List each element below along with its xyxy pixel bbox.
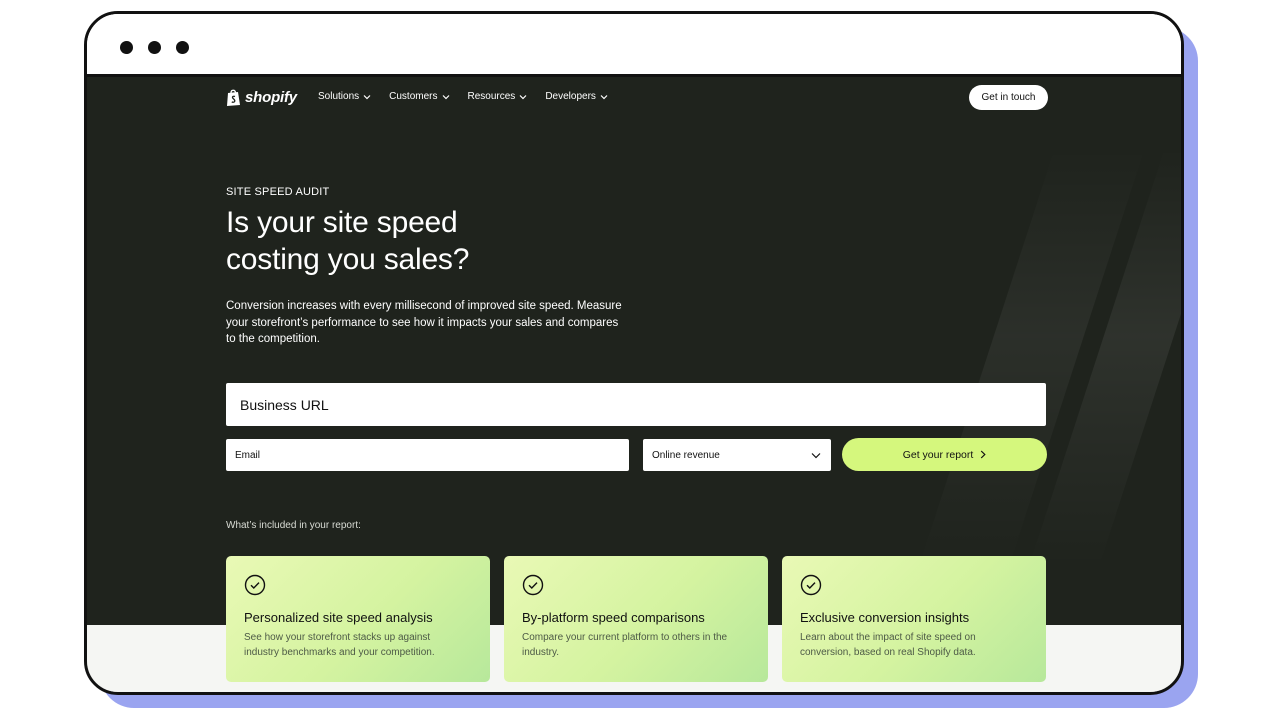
card-title: Exclusive conversion insights — [800, 610, 970, 625]
submit-label: Get your report — [902, 448, 974, 461]
card-title: By-platform speed comparisons — [522, 610, 705, 625]
logo-text: shopify — [245, 89, 297, 106]
top-nav: shopify Solutions Customers Resources De… — [226, 85, 1048, 115]
chevron-right-icon — [981, 450, 986, 459]
get-your-report-button[interactable]: Get your report — [842, 438, 1047, 471]
window-dot-icon — [176, 41, 189, 54]
card-description: Compare your current platform to others … — [522, 632, 728, 658]
chevron-down-icon — [519, 94, 527, 99]
business-url-input[interactable] — [226, 383, 1046, 426]
email-input[interactable] — [226, 439, 629, 471]
chevron-down-icon — [811, 452, 821, 458]
check-circle-icon — [522, 574, 544, 596]
nav-label: Customers — [389, 91, 438, 102]
chevron-down-icon — [363, 94, 371, 99]
hero-subcopy: Conversion increases with every millisec… — [226, 300, 622, 345]
chevron-down-icon — [600, 94, 608, 99]
page-title: Is your site speed costing you sales? — [226, 204, 606, 278]
feature-card: Personalized site speed analysis See how… — [226, 556, 490, 682]
nav-label: Resources — [467, 91, 516, 102]
included-label: What’s included in your report: — [226, 520, 361, 531]
shopify-bag-icon — [227, 89, 240, 106]
window-dot-icon — [120, 41, 133, 54]
card-title: Personalized site speed analysis — [244, 610, 433, 625]
shopify-logo[interactable]: shopify — [226, 88, 297, 107]
feature-card: Exclusive conversion insights Learn abou… — [782, 556, 1046, 682]
nav-resources[interactable]: Resources — [468, 91, 528, 102]
headline-line: Is your site speed — [226, 206, 458, 239]
revenue-select[interactable]: Online revenue — [643, 439, 831, 471]
headline-line: costing you sales? — [226, 243, 470, 276]
nav-links: Solutions Customers Resources Developers — [318, 91, 608, 102]
nav-label: Solutions — [318, 91, 360, 102]
eyebrow-label: SITE SPEED AUDIT — [226, 186, 330, 198]
nav-label: Developers — [545, 91, 596, 102]
check-circle-icon — [244, 574, 266, 596]
chevron-down-icon — [442, 94, 449, 99]
get-in-touch-button[interactable]: Get in touch — [969, 85, 1048, 110]
nav-solutions[interactable]: Solutions — [318, 91, 371, 102]
revenue-select-value: Online revenue — [652, 449, 720, 461]
check-circle-icon — [800, 574, 822, 596]
feature-card: By-platform speed comparisons Compare yo… — [504, 556, 768, 682]
nav-developers[interactable]: Developers — [545, 91, 608, 102]
feature-cards: Personalized site speed analysis See how… — [226, 556, 1048, 682]
nav-customers[interactable]: Customers — [389, 91, 449, 102]
browser-window: shopify Solutions Customers Resources De… — [84, 11, 1184, 695]
card-description: Learn about the impact of site speed on … — [800, 632, 976, 658]
window-dot-icon — [148, 41, 161, 54]
page-content: shopify Solutions Customers Resources De… — [87, 77, 1181, 692]
card-description: See how your storefront stacks up agains… — [244, 632, 435, 658]
browser-titlebar — [87, 14, 1181, 77]
